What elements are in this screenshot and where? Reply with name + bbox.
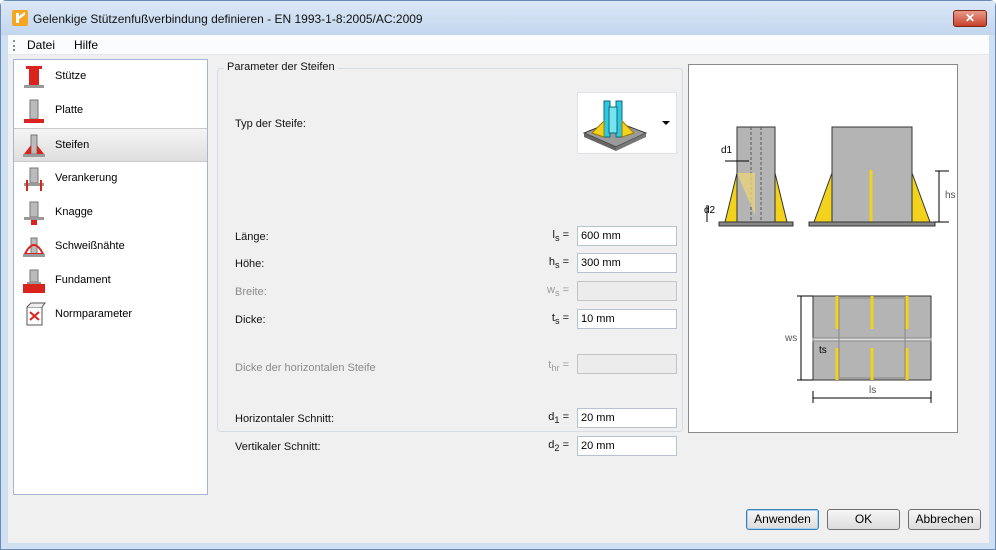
hoehe-symbol: hs = (548, 256, 569, 271)
laenge-input[interactable]: 600 mm (577, 226, 677, 246)
dicke-symbol: ts = (551, 312, 569, 327)
nav-item-fundament[interactable]: Fundament (14, 264, 207, 298)
stiffener-diagram (706, 126, 949, 403)
label-d1: d1 (721, 145, 733, 156)
nav-item-steifen[interactable]: Steifen (14, 128, 207, 162)
category-nav: Stütze Platte Steifen Verankerung Knagge… (13, 59, 208, 495)
dicke-label: Dicke: (235, 314, 266, 326)
horizontaler-schnitt-label: Horizontaler Schnitt: (235, 413, 335, 425)
stiffener-icon (23, 134, 45, 157)
close-button[interactable]: ✕ (953, 10, 987, 27)
ok-button[interactable]: OK (827, 509, 900, 530)
menu-hilfe[interactable]: Hilfe (74, 38, 98, 52)
label-ws: ws (785, 333, 798, 344)
nav-label: Knagge (55, 206, 93, 218)
stiffener-preview: d1 d2 hs ws ts ls (688, 64, 958, 433)
foundation-icon (23, 269, 45, 293)
label-ls: ls (869, 385, 877, 396)
vertikaler-schnitt-symbol: d2 = (548, 439, 569, 454)
anchorage-icon (24, 167, 44, 191)
dialog-client: Datei Hilfe Stütze Platte Steifen Verank… (8, 35, 989, 543)
vertikaler-schnitt-input[interactable]: 20 mm (577, 436, 677, 456)
nav-label: Normparameter (55, 308, 133, 320)
nav-item-knagge[interactable]: Knagge (14, 196, 207, 230)
shear-key-icon (24, 201, 44, 225)
stiffener-params-group: Parameter der Steifen Typ der Steife: Lä… (217, 61, 683, 456)
app-logo-icon (12, 10, 28, 26)
nav-item-schweissnaehte[interactable]: Schweißnähte (14, 230, 207, 264)
apply-button[interactable]: Anwenden (746, 509, 819, 530)
welds-icon (23, 237, 45, 257)
group-title: Parameter der Steifen (224, 61, 338, 73)
cancel-button[interactable]: Abbrechen (908, 509, 981, 530)
breite-input (577, 281, 677, 301)
label-hs: hs (945, 190, 956, 201)
dicke-horizontal-input (577, 354, 677, 374)
breite-symbol: ws = (546, 284, 569, 299)
nav-label: Platte (55, 104, 84, 116)
nav-item-normparameter[interactable]: Normparameter (14, 298, 207, 332)
nav-label: Fundament (55, 274, 111, 286)
horizontaler-schnitt-symbol: d1 = (548, 411, 569, 426)
stiffener-type-label: Typ der Steife: (235, 118, 306, 130)
laenge-symbol: ls = (552, 229, 569, 244)
menu-bar: Datei Hilfe (8, 35, 989, 55)
hoehe-label: Höhe: (235, 258, 265, 270)
nav-label: Steifen (55, 139, 90, 151)
dialog-window: Gelenkige Stützenfußverbindung definiere… (0, 0, 996, 550)
nav-item-platte[interactable]: Platte (14, 94, 207, 128)
dicke-horizontal-label: Dicke der horizontalen Steife (235, 362, 376, 374)
nav-label: Schweißnähte (55, 240, 125, 252)
dicke-input[interactable]: 10 mm (577, 309, 677, 329)
hoehe-input[interactable]: 300 mm (577, 253, 677, 273)
nav-item-stuetze[interactable]: Stütze (14, 60, 207, 94)
code-parameters-icon (26, 302, 46, 326)
chevron-down-icon (662, 121, 670, 125)
breite-label: Breite: (235, 286, 267, 298)
laenge-label: Länge: (235, 231, 269, 243)
nav-item-verankerung[interactable]: Verankerung (14, 162, 207, 196)
label-d2: d2 (704, 205, 716, 216)
vertikaler-schnitt-label: Vertikaler Schnitt: (235, 441, 321, 453)
dicke-horizontal-symbol: thr = (548, 359, 569, 374)
nav-label: Verankerung (55, 172, 118, 184)
nav-label: Stütze (55, 70, 87, 82)
label-ts: ts (819, 345, 827, 356)
plate-icon (24, 99, 44, 123)
menu-grip-icon (13, 40, 15, 51)
stiffener-type-icon (582, 100, 648, 151)
window-title: Gelenkige Stützenfußverbindung definiere… (33, 12, 423, 26)
column-icon (24, 66, 44, 88)
horizontaler-schnitt-input[interactable]: 20 mm (577, 408, 677, 428)
stiffener-type-dropdown[interactable] (577, 92, 677, 154)
title-bar[interactable]: Gelenkige Stützenfußverbindung definiere… (1, 1, 995, 35)
menu-datei[interactable]: Datei (27, 38, 55, 52)
